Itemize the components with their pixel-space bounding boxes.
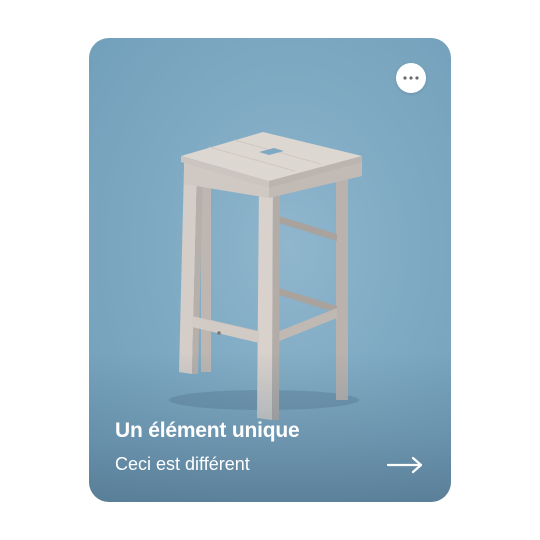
more-horizontal-icon bbox=[403, 76, 419, 80]
more-options-button[interactable] bbox=[396, 63, 426, 93]
product-card[interactable]: Un élément unique Ceci est différent bbox=[89, 38, 451, 502]
card-title: Un élément unique bbox=[115, 419, 300, 442]
next-arrow-button[interactable] bbox=[385, 454, 425, 476]
card-subtitle: Ceci est différent bbox=[115, 454, 250, 474]
arrow-right-icon bbox=[386, 456, 423, 474]
